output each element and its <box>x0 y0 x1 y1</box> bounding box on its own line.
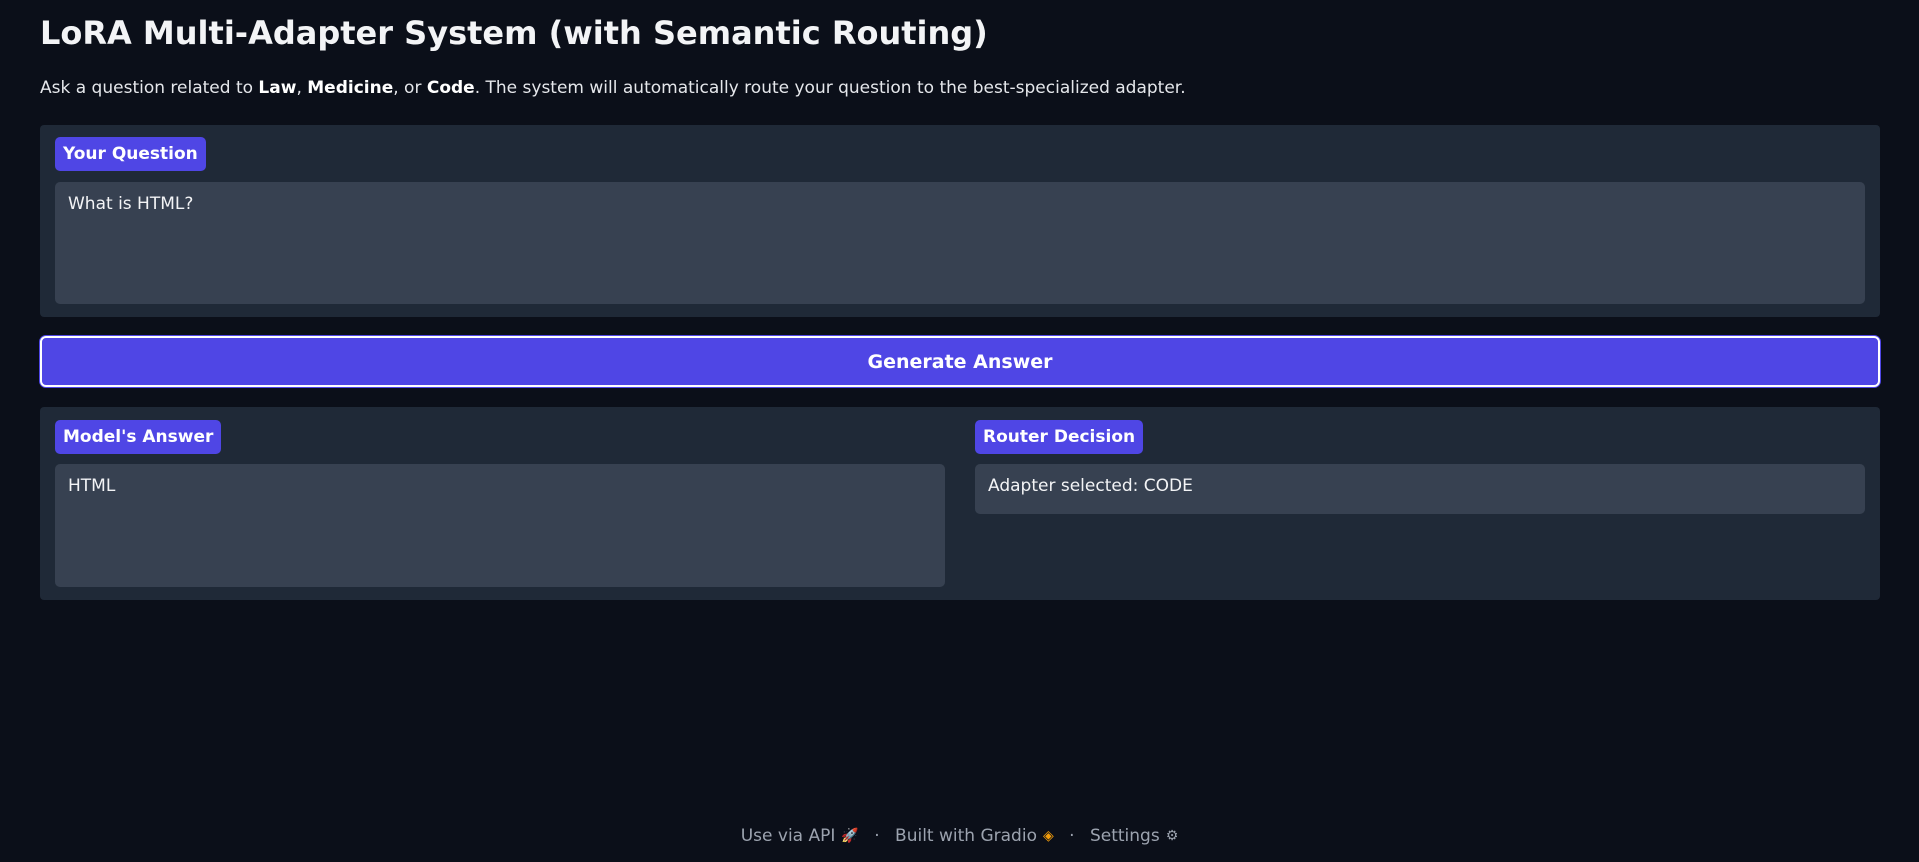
page-title: LoRA Multi-Adapter System (with Semantic… <box>40 14 988 52</box>
rocket-icon: 🚀 <box>841 828 859 844</box>
question-input[interactable]: What is HTML? <box>55 182 1865 304</box>
intro-sep-2: , or <box>393 78 427 98</box>
answer-label: Model's Answer <box>55 420 222 454</box>
question-label: Your Question <box>55 137 206 171</box>
intro-prefix: Ask a question related to <box>40 78 259 98</box>
router-label: Router Decision <box>975 420 1144 454</box>
footer-separator: · <box>874 826 880 846</box>
generate-answer-button[interactable]: Generate Answer <box>40 336 1880 387</box>
footer: Use via API 🚀 · Built with Gradio ◈ · Sett… <box>0 826 1919 846</box>
settings-link[interactable]: Settings ⚙ <box>1090 826 1178 846</box>
intro-suffix: . The system will automatically route yo… <box>474 78 1186 98</box>
domain-law: Law <box>258 78 297 98</box>
output-panel: Model's Answer HTML Router Decision Adap… <box>40 407 1880 600</box>
gear-icon: ⚙ <box>1165 828 1179 844</box>
use-via-api-link[interactable]: Use via API 🚀 <box>741 826 859 846</box>
page-description: Ask a question related to Law, Medicine,… <box>40 78 1186 98</box>
footer-separator: · <box>1069 826 1075 846</box>
gradio-logo-icon: ◈ <box>1042 828 1054 844</box>
domain-medicine: Medicine <box>307 78 394 98</box>
built-with-gradio-link[interactable]: Built with Gradio ◈ <box>895 826 1054 846</box>
domain-code: Code <box>426 78 475 98</box>
router-output[interactable]: Adapter selected: CODE <box>975 464 1865 514</box>
answer-output[interactable]: HTML <box>55 464 945 587</box>
intro-sep-1: , <box>296 78 308 98</box>
question-panel: Your Question What is HTML? <box>40 125 1880 317</box>
app-page: LoRA Multi-Adapter System (with Semantic… <box>0 0 1919 862</box>
